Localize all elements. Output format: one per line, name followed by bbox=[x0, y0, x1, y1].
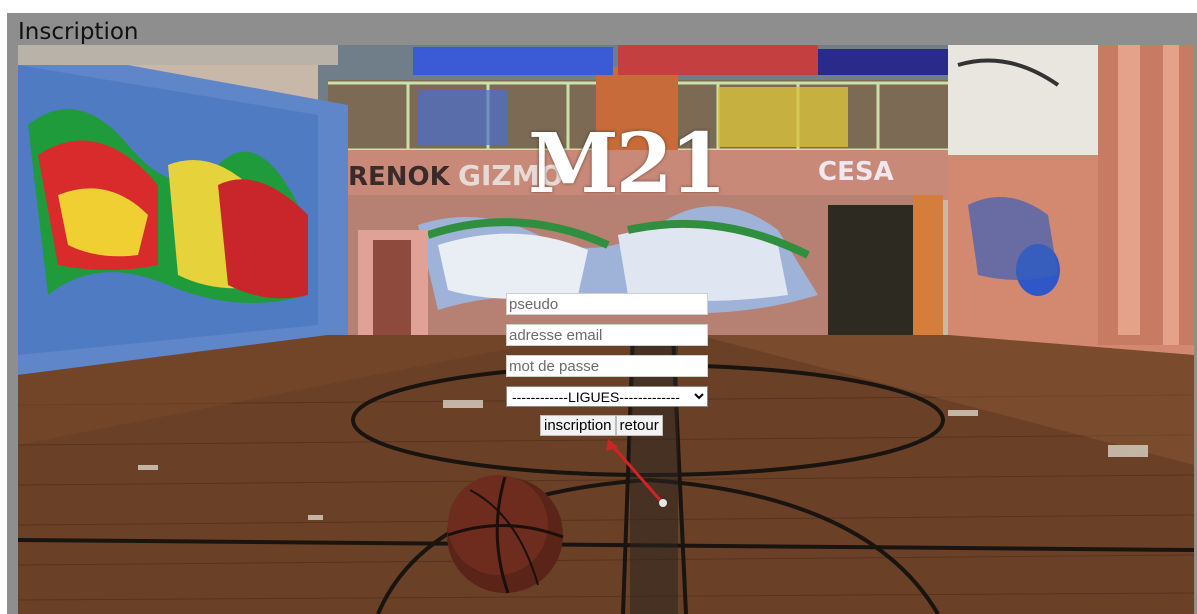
svg-text:CESA: CESA bbox=[818, 157, 894, 187]
window-title: Inscription bbox=[18, 19, 139, 45]
pseudo-input[interactable] bbox=[506, 293, 708, 315]
retour-button[interactable]: retour bbox=[615, 415, 663, 436]
svg-text:RENOK: RENOK bbox=[348, 162, 451, 192]
ligues-select[interactable]: ------------LIGUES------------- bbox=[506, 386, 708, 407]
password-input[interactable] bbox=[506, 355, 708, 377]
email-input[interactable] bbox=[506, 324, 708, 346]
form-buttons: inscription retour bbox=[540, 415, 663, 436]
signup-form: ------------LIGUES------------- inscript… bbox=[506, 293, 710, 436]
inscription-button[interactable]: inscription bbox=[540, 415, 616, 436]
site-logo: M21 bbox=[528, 116, 727, 212]
window-frame: Inscription RENOK CESA GIZMO M21 pseudo … bbox=[7, 13, 1197, 614]
background-image: RENOK CESA GIZMO M21 pseudo adresse emai… bbox=[18, 45, 1194, 614]
